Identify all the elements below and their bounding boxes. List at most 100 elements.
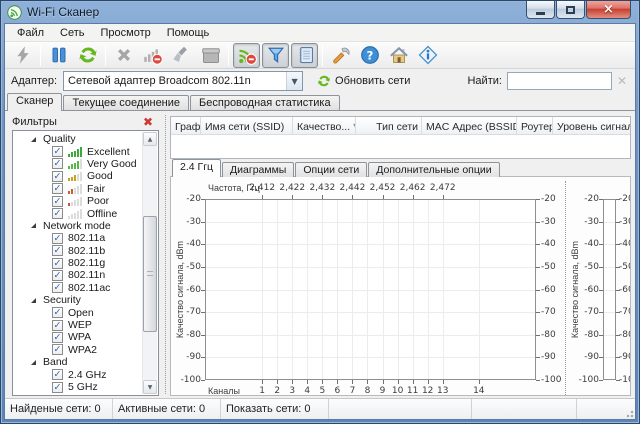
settings-button[interactable]	[327, 43, 354, 68]
checkbox-WEP[interactable]: ✓	[52, 320, 63, 331]
tree-item-label: Very Good	[87, 158, 137, 170]
expand-arrow-icon[interactable]	[31, 223, 36, 228]
tree-item-Excellent[interactable]: ✓Excellent	[13, 145, 158, 157]
notebook-button[interactable]	[291, 43, 318, 68]
tree-item-2.4 GHz[interactable]: ✓2.4 GHz	[13, 368, 158, 380]
tree-item-Very Good[interactable]: ✓ Very Good	[13, 158, 158, 170]
tab-Сканер[interactable]: Сканер	[7, 93, 62, 111]
tree-group-Security[interactable]: Security	[13, 294, 158, 306]
tree-item-Fair[interactable]: ✓Fair	[13, 183, 158, 195]
tree-group-Network mode[interactable]: Network mode	[13, 220, 158, 232]
refresh-networks-button[interactable]: Обновить сети	[317, 74, 410, 88]
tree-item-label: 802.11a	[68, 232, 105, 244]
column-header-3[interactable]: Тип сети	[356, 117, 422, 134]
refresh-button[interactable]	[74, 43, 101, 68]
tree-item-802.11g[interactable]: ✓802.11g	[13, 257, 158, 269]
tree-item-802.11a[interactable]: ✓ 802.11a	[13, 232, 158, 244]
column-header-6[interactable]: Уровень сигнал...	[553, 117, 630, 134]
chart-tab-3[interactable]: Дополнительные опции	[368, 162, 499, 177]
checkbox-802.11b[interactable]: ✓	[52, 245, 63, 256]
column-header-4[interactable]: MAC Адрес (BSSID)	[422, 117, 517, 134]
tree-group-Band[interactable]: Band	[13, 356, 158, 368]
dbm-tick-left	[201, 199, 205, 200]
checkbox-Very Good[interactable]: ✓	[52, 158, 63, 169]
tree-item-WEP[interactable]: ✓WEP	[13, 319, 158, 331]
signal-remove-button[interactable]	[139, 43, 166, 68]
column-header-1[interactable]: Имя сети (SSID)	[201, 117, 293, 134]
tree-item-802.11b[interactable]: ✓ 802.11b	[13, 245, 158, 257]
filter-scrollbar[interactable]: ▲ ▼	[142, 132, 157, 394]
tree-item-Offline[interactable]: ✓Offline	[13, 207, 158, 219]
column-header-5[interactable]: Роутер	[517, 117, 553, 134]
delete-button[interactable]	[110, 43, 137, 68]
tree-item-802.11n[interactable]: ✓802.11n	[13, 269, 158, 281]
panel-splitter[interactable]	[162, 111, 170, 398]
tree-item-WPA[interactable]: ✓WPA	[13, 331, 158, 343]
checkbox-Fair[interactable]: ✓	[52, 183, 63, 194]
checkbox-802.11a[interactable]: ✓	[52, 233, 63, 244]
freq-tick-label: 2,472	[427, 183, 459, 193]
checkbox-802.11g[interactable]: ✓	[52, 258, 63, 269]
checkbox-Offline[interactable]: ✓	[52, 208, 63, 219]
checkbox-Open[interactable]: ✓	[52, 307, 63, 318]
archive-button[interactable]	[197, 43, 224, 68]
menu-item-2[interactable]: Просмотр	[93, 26, 159, 40]
resize-grip[interactable]	[624, 408, 634, 418]
checkbox-WPA2[interactable]: ✓	[52, 344, 63, 355]
menu-item-1[interactable]: Сеть	[52, 26, 92, 40]
close-button[interactable]: ×	[586, 1, 631, 19]
checkbox-2.4 GHz[interactable]: ✓	[52, 369, 63, 380]
checkbox-Good[interactable]: ✓	[52, 171, 63, 182]
chart-tab-2[interactable]: Опции сети	[295, 162, 367, 177]
menu-item-3[interactable]: Помощь	[159, 26, 218, 40]
clear-button[interactable]	[168, 43, 195, 68]
pause-button[interactable]	[45, 43, 72, 68]
tree-item-WPA2[interactable]: ✓WPA2	[13, 344, 158, 356]
toolbar: ?	[5, 42, 635, 69]
tab-Текущее соединение[interactable]: Текущее соединение	[63, 95, 189, 110]
filter-button[interactable]	[262, 43, 289, 68]
find-input[interactable]	[507, 72, 612, 90]
adapter-select[interactable]: Сетевой адаптер Broadcom 802.11n ▼	[63, 71, 303, 91]
chart-tab-1[interactable]: Диаграммы	[222, 162, 294, 177]
checkbox-5 GHz[interactable]: ✓	[52, 382, 63, 393]
checkbox-WPA[interactable]: ✓	[52, 332, 63, 343]
menu-item-0[interactable]: Файл	[9, 26, 52, 40]
expand-arrow-icon[interactable]	[31, 360, 36, 365]
tree-item-5 GHz[interactable]: ✓5 GHz	[13, 381, 158, 393]
scroll-down-icon[interactable]: ▼	[143, 380, 157, 394]
dbm-tick-left	[201, 244, 205, 245]
clear-search-icon[interactable]: ✕	[617, 74, 627, 88]
checkbox-802.11ac[interactable]: ✓	[52, 282, 63, 293]
tree-item-Poor[interactable]: ✓Poor	[13, 195, 158, 207]
channel-tick	[367, 380, 368, 384]
expand-arrow-icon[interactable]	[31, 137, 36, 142]
wifi-alert-button[interactable]	[233, 43, 260, 68]
close-filters-icon[interactable]: ✖	[143, 115, 153, 129]
minimize-button[interactable]	[526, 1, 555, 19]
tree-item-Good[interactable]: ✓Good	[13, 170, 158, 182]
tree-item-label: 802.11b	[68, 245, 105, 257]
tab-Беспроводная статистика[interactable]: Беспроводная статистика	[190, 95, 340, 110]
help-button[interactable]: ?	[356, 43, 383, 68]
title-bar[interactable]: Wi-Fi Сканер ×	[1, 1, 639, 23]
column-header-2[interactable]: Качество...▼	[293, 117, 356, 134]
dbm-tick-left	[201, 222, 205, 223]
tree-group-Quality[interactable]: Quality	[13, 133, 158, 145]
column-header-0[interactable]: График	[171, 117, 201, 134]
chart-tab-0[interactable]: 2.4 Ггц	[172, 159, 221, 177]
tree-item-802.11ac[interactable]: ✓802.11ac	[13, 282, 158, 294]
home-button[interactable]	[385, 43, 412, 68]
tree-item-Open[interactable]: ✓Open	[13, 306, 158, 318]
chart-area-splitter[interactable]	[565, 181, 566, 395]
checkbox-802.11n[interactable]: ✓	[52, 270, 63, 281]
expand-arrow-icon[interactable]	[31, 298, 36, 303]
scroll-up-icon[interactable]: ▲	[143, 132, 157, 146]
tree-group-label: Quality	[43, 133, 76, 145]
maximize-button[interactable]	[556, 1, 585, 19]
checkbox-Poor[interactable]: ✓	[52, 196, 63, 207]
scrollbar-thumb[interactable]	[143, 216, 157, 332]
about-button[interactable]	[414, 43, 441, 68]
power-button[interactable]	[9, 43, 36, 68]
checkbox-Excellent[interactable]: ✓	[52, 146, 63, 157]
